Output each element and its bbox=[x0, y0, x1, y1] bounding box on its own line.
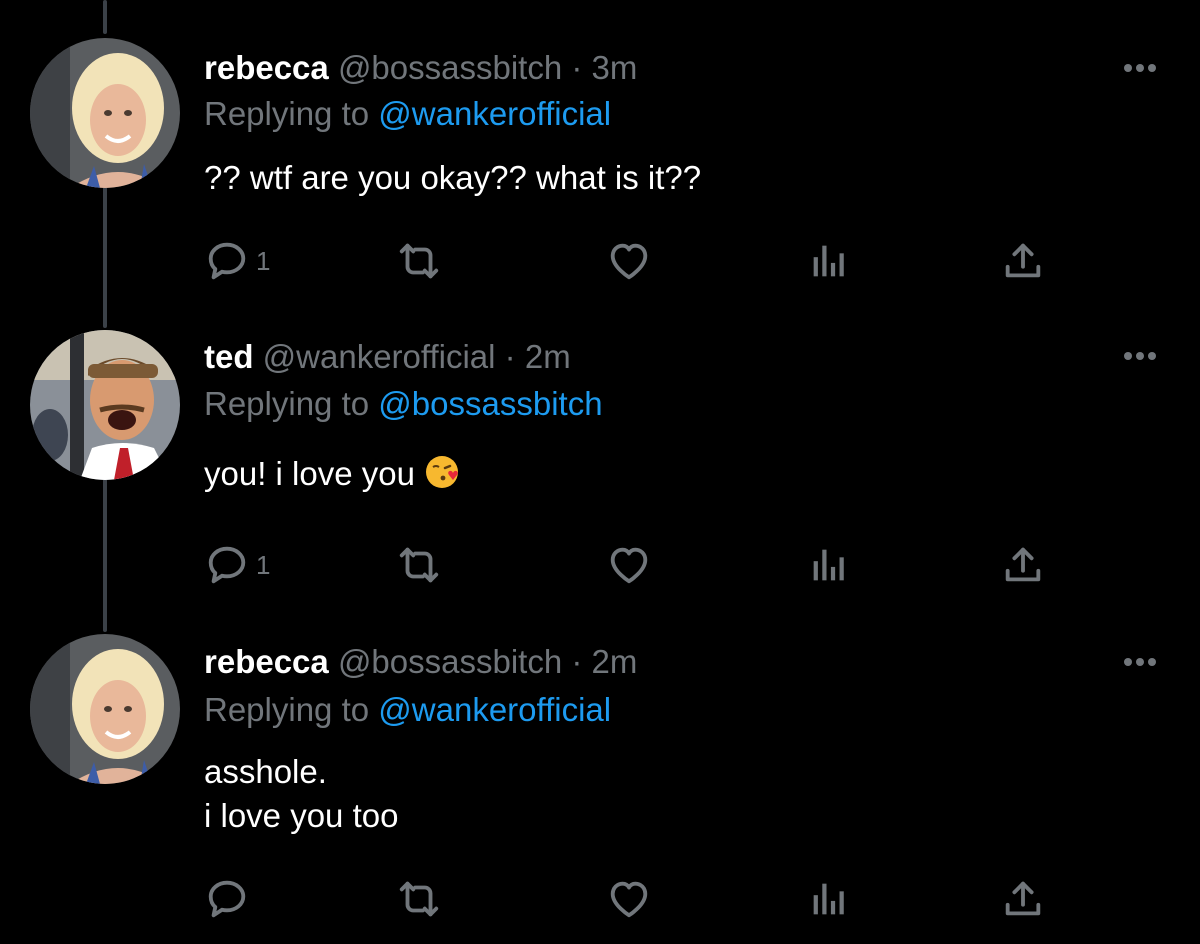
replying-to-label: Replying to bbox=[204, 95, 370, 132]
replying-to: Replying to @bossassbitch bbox=[204, 384, 603, 424]
separator-dot: · bbox=[504, 338, 516, 375]
display-name[interactable]: ted bbox=[204, 338, 254, 375]
like-button[interactable] bbox=[606, 874, 652, 924]
mention-link[interactable]: @wankerofficial bbox=[378, 691, 611, 728]
reply-icon bbox=[208, 546, 246, 584]
user-handle[interactable]: @bossassbitch bbox=[338, 49, 562, 86]
display-name[interactable]: rebecca bbox=[204, 49, 329, 86]
analytics-button[interactable] bbox=[806, 540, 852, 590]
retweet-icon bbox=[399, 243, 439, 279]
avatar[interactable] bbox=[30, 330, 180, 480]
tweet-header: ted @wankerofficial · 2m bbox=[204, 337, 571, 377]
replying-to-label: Replying to bbox=[204, 385, 370, 422]
analytics-button[interactable] bbox=[806, 874, 852, 924]
reply-button[interactable] bbox=[204, 874, 256, 924]
replying-to: Replying to @wankerofficial bbox=[204, 690, 611, 730]
like-button[interactable] bbox=[606, 540, 652, 590]
display-name[interactable]: rebecca bbox=[204, 643, 329, 680]
face-blowing-kiss-emoji bbox=[425, 455, 459, 500]
user-handle[interactable]: @wankerofficial bbox=[263, 338, 496, 375]
retweet-icon bbox=[399, 547, 439, 583]
separator-dot: · bbox=[571, 643, 583, 680]
analytics-icon bbox=[813, 245, 844, 277]
timestamp[interactable]: 2m bbox=[525, 338, 571, 375]
tweet[interactable]: ted @wankerofficial · 2m Replying to @bo… bbox=[0, 300, 1200, 620]
reply-button[interactable]: 1 bbox=[204, 236, 270, 286]
user-handle[interactable]: @bossassbitch bbox=[338, 643, 562, 680]
tweet-actions: 1 bbox=[204, 236, 1064, 286]
reply-button[interactable]: 1 bbox=[204, 540, 270, 590]
timestamp[interactable]: 2m bbox=[592, 643, 638, 680]
tweet-actions bbox=[204, 874, 1064, 924]
retweet-icon bbox=[399, 881, 439, 917]
like-icon bbox=[610, 547, 648, 584]
more-options-icon bbox=[1124, 352, 1156, 360]
like-icon bbox=[610, 881, 648, 918]
tweet[interactable]: rebecca @bossassbitch · 3m Replying to @… bbox=[0, 0, 1200, 300]
blonde-woman-avatar bbox=[30, 634, 180, 784]
like-icon bbox=[610, 243, 648, 280]
tweet-header: rebecca @bossassbitch · 2m bbox=[204, 642, 637, 682]
more-options-icon bbox=[1124, 64, 1156, 72]
reply-icon bbox=[208, 880, 246, 918]
reply-count: 1 bbox=[256, 549, 271, 580]
reply-count: 1 bbox=[256, 245, 271, 276]
tweet-header: rebecca @bossassbitch · 3m bbox=[204, 48, 637, 88]
more-options-button[interactable] bbox=[1120, 652, 1160, 672]
share-button[interactable] bbox=[1000, 874, 1046, 924]
analytics-icon bbox=[813, 883, 844, 915]
retweet-button[interactable] bbox=[396, 874, 442, 924]
retweet-button[interactable] bbox=[396, 540, 442, 590]
more-options-icon bbox=[1124, 658, 1156, 666]
separator-dot: · bbox=[571, 49, 583, 86]
share-button[interactable] bbox=[1000, 540, 1046, 590]
tweet-actions: 1 bbox=[204, 540, 1064, 590]
more-options-button[interactable] bbox=[1120, 346, 1160, 366]
analytics-button[interactable] bbox=[806, 236, 852, 286]
tweet-text-line: asshole. bbox=[204, 753, 327, 790]
reply-icon bbox=[208, 242, 246, 280]
tweet-text-line: i love you too bbox=[204, 797, 399, 834]
blonde-woman-avatar bbox=[30, 38, 180, 188]
tweet-text: ?? wtf are you okay?? what is it?? bbox=[204, 156, 701, 200]
avatar[interactable] bbox=[30, 38, 180, 188]
man-selfie-avatar bbox=[30, 330, 180, 480]
mention-link[interactable]: @wankerofficial bbox=[378, 95, 611, 132]
share-icon bbox=[1005, 243, 1041, 278]
more-options-button[interactable] bbox=[1120, 58, 1160, 78]
share-icon bbox=[1005, 881, 1041, 916]
tweet-text: you! i love you bbox=[204, 452, 459, 500]
tweet-text: asshole. i love you too bbox=[204, 750, 398, 838]
replying-to-label: Replying to bbox=[204, 691, 370, 728]
avatar[interactable] bbox=[30, 634, 180, 784]
analytics-icon bbox=[813, 549, 844, 581]
mention-link[interactable]: @bossassbitch bbox=[378, 385, 602, 422]
share-button[interactable] bbox=[1000, 236, 1046, 286]
like-button[interactable] bbox=[606, 236, 652, 286]
tweet-text-line: you! i love you bbox=[204, 452, 459, 500]
tweet-text-line: ?? wtf are you okay?? what is it?? bbox=[204, 159, 702, 196]
share-icon bbox=[1005, 547, 1041, 582]
timestamp[interactable]: 3m bbox=[592, 49, 638, 86]
tweet[interactable]: rebecca @bossassbitch · 2m Replying to @… bbox=[0, 620, 1200, 944]
replying-to: Replying to @wankerofficial bbox=[204, 94, 611, 134]
retweet-button[interactable] bbox=[396, 236, 442, 286]
